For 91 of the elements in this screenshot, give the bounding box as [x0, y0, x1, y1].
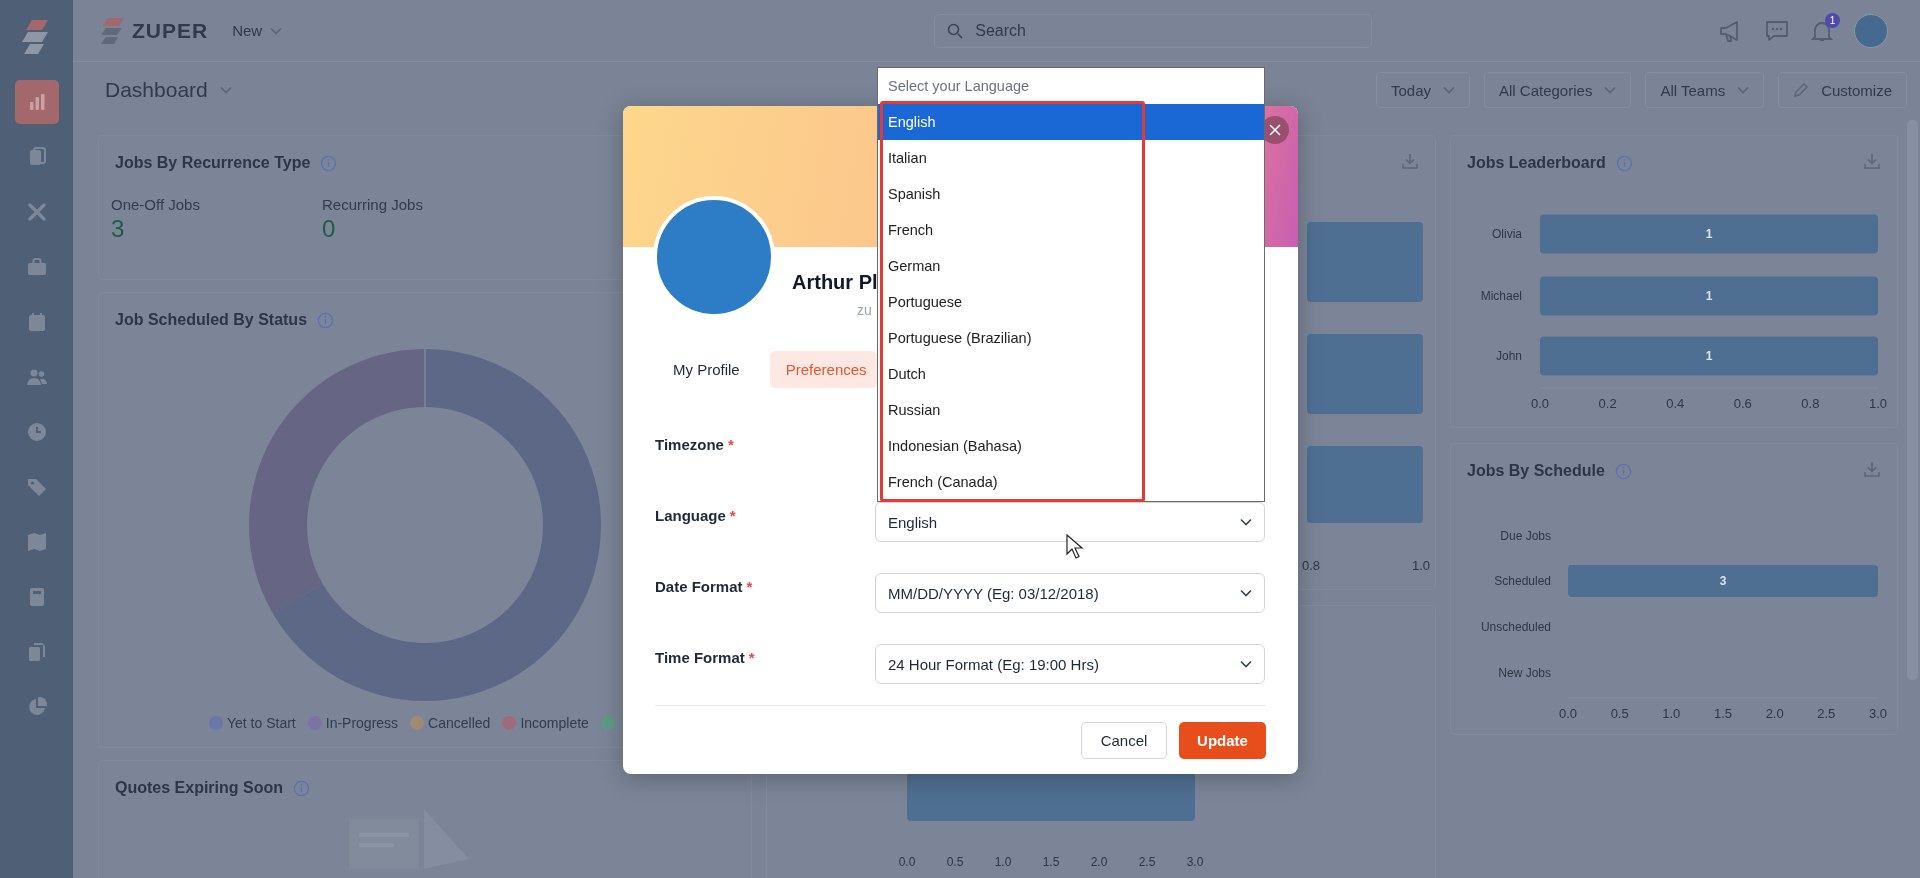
- category-label: Olivia: [1492, 227, 1522, 241]
- card-title: Jobs By Schedule: [1467, 462, 1605, 480]
- dropdown-search-field[interactable]: Select your Language: [878, 68, 1264, 104]
- data-label: 1: [1705, 349, 1713, 363]
- chevron-down-icon: [1604, 86, 1617, 94]
- tick-label: 0.6: [1733, 396, 1752, 411]
- chevron-down-icon: [219, 86, 232, 94]
- dropdown-option[interactable]: Portuguese: [878, 284, 1264, 320]
- field-label: Date Format *: [655, 577, 754, 597]
- card-title: Jobs Leaderboard: [1467, 154, 1606, 172]
- user-email: zu: [857, 301, 872, 319]
- avatar-placeholder[interactable]: [1854, 13, 1888, 48]
- tick-label: 1.0: [1411, 558, 1431, 573]
- info-icon: [1615, 154, 1633, 172]
- tick-label: 0.8: [1301, 558, 1321, 573]
- tick-label: 2.5: [1817, 706, 1836, 721]
- tick-label: 0.0: [1558, 706, 1578, 721]
- dropdown-option[interactable]: Portuguese (Brazilian): [878, 320, 1264, 356]
- chevron-down-icon: [1240, 660, 1252, 668]
- stat-label: Recurring Jobs: [322, 196, 424, 213]
- stat-value: 0: [322, 215, 337, 243]
- select-field[interactable]: English: [875, 502, 1265, 542]
- tick-label: 2.0: [1765, 706, 1784, 721]
- category-label: New Jobs: [1498, 666, 1551, 680]
- select-field[interactable]: 24 Hour Format (Eg: 19:00 Hrs): [875, 644, 1265, 684]
- category-label: Due Jobs: [1500, 529, 1551, 543]
- info-icon: [1614, 462, 1632, 480]
- chevron-down-icon: [1240, 589, 1252, 597]
- field-label: Timezone *: [655, 435, 735, 455]
- tick-label: 0.2: [1598, 396, 1617, 411]
- chevron-down-icon: [270, 26, 283, 35]
- stat-label: One-Off Jobs: [111, 196, 201, 213]
- field-label: Time Format *: [655, 648, 756, 668]
- select-field[interactable]: MM/DD/YYYY (Eg: 03/12/2018): [875, 573, 1265, 613]
- tick-label: 1.0: [994, 855, 1012, 869]
- tab[interactable]: My Profile: [655, 351, 758, 388]
- tick-label: 1.0: [1868, 396, 1888, 411]
- cancel-button[interactable]: Cancel: [1081, 722, 1167, 759]
- tick-label: 3.0: [1868, 706, 1888, 721]
- tick-label: 1.5: [1042, 855, 1060, 869]
- data-label: 3: [1719, 574, 1727, 588]
- dropdown-option[interactable]: Russian: [878, 392, 1264, 428]
- brand-name: ZUPER: [132, 18, 209, 43]
- category-label: John: [1495, 349, 1522, 363]
- close-icon: [1269, 124, 1281, 136]
- pointer-icon: [1066, 534, 1084, 560]
- tick-label: 3.0: [1186, 855, 1204, 869]
- tick-label: 2.5: [1138, 855, 1156, 869]
- tick-label: 2.0: [1090, 855, 1108, 869]
- tick-label: 1.0: [1662, 706, 1681, 721]
- dropdown-option[interactable]: Italian: [878, 140, 1264, 176]
- dropdown-option[interactable]: Indonesian (Bahasa): [878, 428, 1264, 464]
- card-title: Job Scheduled By Status: [115, 311, 308, 329]
- tick-label: 0.0: [1530, 396, 1550, 411]
- info-icon: [293, 779, 310, 797]
- tick-label: 0.5: [1610, 706, 1629, 721]
- chat-icon[interactable]: [1764, 18, 1790, 43]
- info-icon: [317, 311, 335, 329]
- data-label: 1: [1705, 289, 1713, 303]
- download-icon[interactable]: [1401, 152, 1419, 170]
- search-field[interactable]: Search: [934, 13, 1373, 48]
- tick-label: 0.0: [898, 855, 916, 869]
- chevron-down-icon: [1443, 86, 1455, 94]
- pencil-icon: [1793, 82, 1810, 98]
- card-title: Jobs By Recurrence Type: [115, 154, 311, 172]
- stat-value: 3: [111, 215, 126, 243]
- notification-badge: 1: [1825, 12, 1840, 28]
- chevron-down-icon: [1240, 518, 1252, 526]
- category-label: Michael: [1480, 289, 1522, 303]
- tick-label: 1.5: [1713, 706, 1733, 721]
- dropdown-option[interactable]: Spanish: [878, 176, 1264, 212]
- sidebar-item[interactable]: [14, 80, 59, 124]
- dropdown-option[interactable]: Dutch: [878, 356, 1264, 392]
- tick-label: 0.5: [946, 855, 964, 869]
- tick-label: 0.8: [1801, 396, 1820, 411]
- card-title: Quotes Expiring Soon: [115, 779, 283, 797]
- data-label: 1: [1705, 227, 1713, 241]
- category-label: Scheduled: [1494, 574, 1551, 588]
- field-label: Language *: [655, 506, 737, 526]
- dropdown-option[interactable]: English: [878, 104, 1264, 140]
- chevron-down-icon: [1737, 86, 1750, 94]
- dropdown-option[interactable]: French: [878, 212, 1264, 248]
- info-icon: [320, 154, 338, 172]
- download-icon[interactable]: [1863, 460, 1881, 478]
- download-icon[interactable]: [1863, 152, 1881, 170]
- update-button[interactable]: Update: [1179, 722, 1266, 759]
- dropdown-option[interactable]: German: [878, 248, 1264, 284]
- user-name: Arthur Pl: [792, 270, 879, 295]
- category-label: Unscheduled: [1480, 620, 1551, 634]
- search-icon: [947, 22, 964, 39]
- tick-label: 0.4: [1666, 396, 1685, 411]
